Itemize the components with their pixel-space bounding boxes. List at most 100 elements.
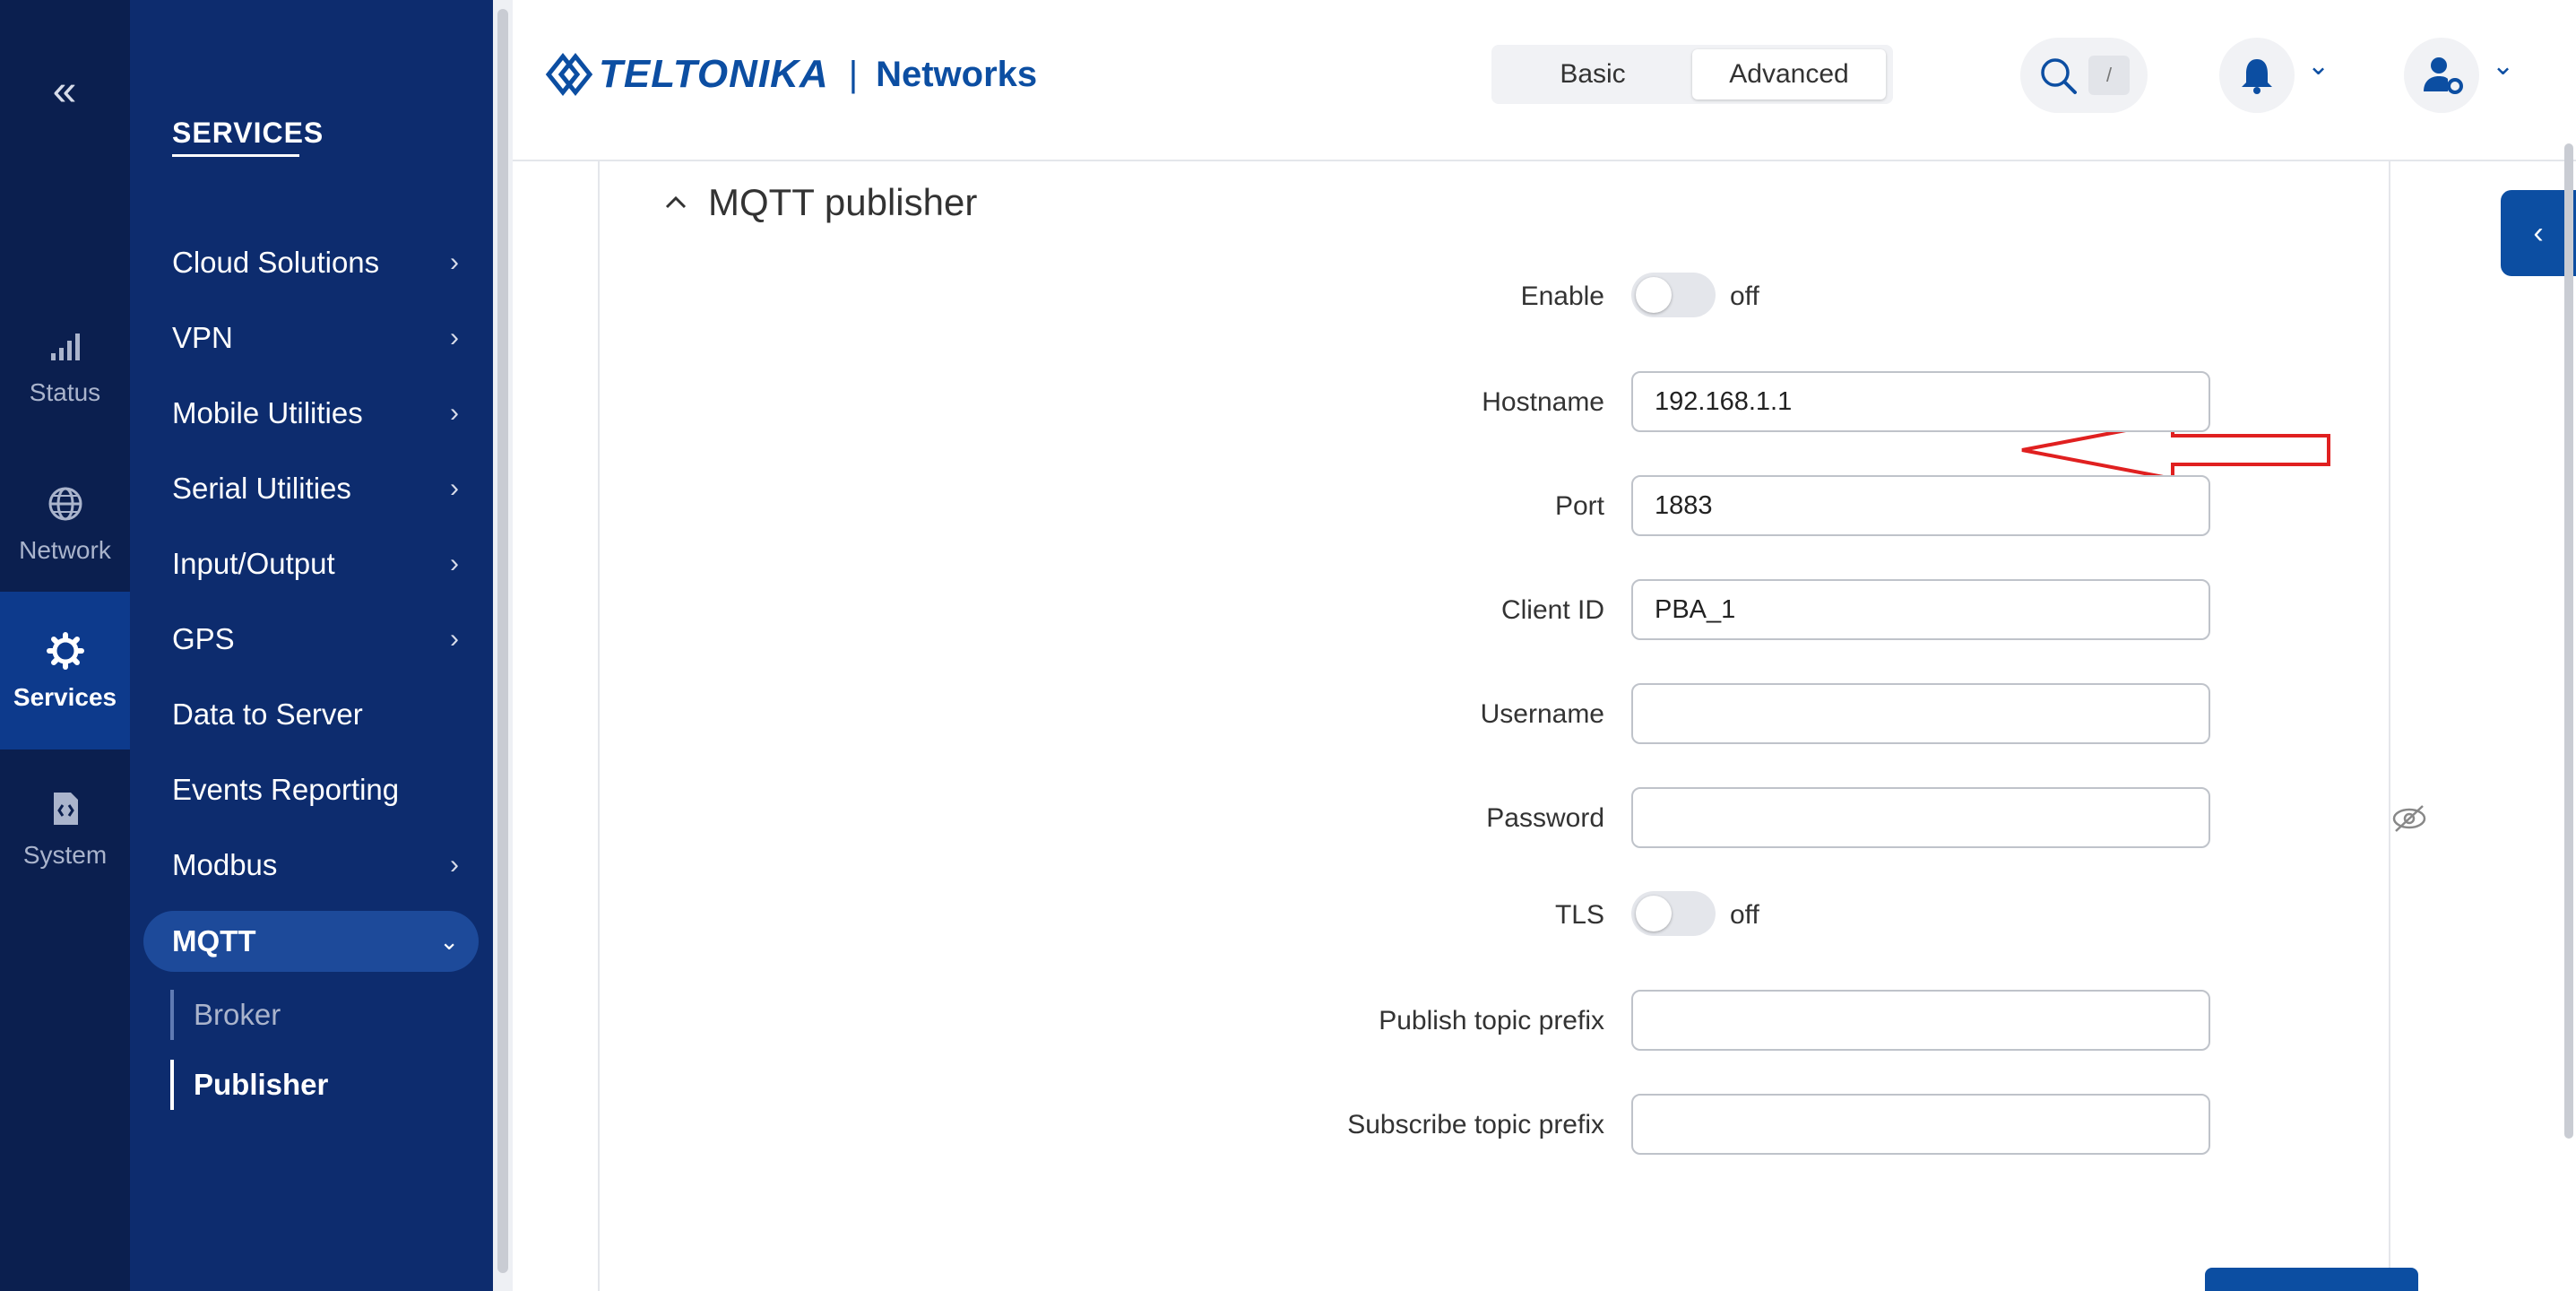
gear-icon <box>46 632 84 670</box>
menu-item-events-reporting[interactable]: Events Reporting <box>172 763 468 817</box>
main-content: MQTT publisher Enable off Hostname 192.1… <box>513 161 2576 1291</box>
teltonika-logo-icon <box>545 52 593 97</box>
client-id-label: Client ID <box>1500 595 1604 625</box>
user-menu-button[interactable] <box>2404 38 2479 113</box>
menu-item-label: GPS <box>172 622 235 655</box>
signal-icon <box>50 334 80 360</box>
content-scrollbar-thumb[interactable] <box>2564 143 2573 1139</box>
chevron-right-icon: › <box>450 473 459 503</box>
menu-item-label: VPN <box>172 321 233 354</box>
menu-item-label: Events Reporting <box>172 773 400 806</box>
chevron-right-icon: › <box>450 247 459 277</box>
port-label: Port <box>1554 491 1604 521</box>
toggle-knob <box>1636 277 1672 313</box>
icon-rail: « Status Network Services System <box>0 0 130 1291</box>
menu-item-vpn[interactable]: VPN › <box>172 311 468 365</box>
chevron-left-icon: ‹ <box>2533 216 2544 250</box>
content-scrollbar[interactable] <box>2562 143 2576 1139</box>
tls-state: off <box>1730 900 1759 930</box>
rail-item-services[interactable]: Services <box>0 592 130 749</box>
form-row-hostname: Hostname 192.168.1.1 <box>513 371 2576 434</box>
brand-subtitle: Networks <box>876 54 1038 94</box>
mode-basic-button[interactable]: Basic <box>1499 49 1687 100</box>
form-row-username: Username <box>513 683 2576 746</box>
tls-label: TLS <box>1554 900 1604 930</box>
menu-item-label: Serial Utilities <box>172 472 351 505</box>
rail-item-status[interactable]: Status <box>0 287 130 445</box>
chevron-up-icon <box>665 195 687 209</box>
menu-item-label: Mobile Utilities <box>172 396 363 429</box>
toggle-knob <box>1636 896 1672 931</box>
brand-name: TELTONIKA <box>599 52 829 96</box>
password-input[interactable] <box>1631 787 2210 848</box>
subscribe-prefix-input[interactable] <box>1631 1094 2210 1155</box>
subscribe-prefix-label: Subscribe topic prefix <box>1347 1110 1604 1139</box>
mode-advanced-button[interactable]: Advanced <box>1692 49 1886 100</box>
eye-slash-icon[interactable] <box>2391 803 2427 834</box>
globe-icon <box>48 487 82 521</box>
menu-item-label: Data to Server <box>172 697 363 731</box>
enable-state: off <box>1730 282 1759 311</box>
enable-label: Enable <box>1520 282 1604 311</box>
hostname-input[interactable]: 192.168.1.1 <box>1631 371 2210 432</box>
menu-item-input-output[interactable]: Input/Output › <box>172 537 468 591</box>
bell-icon <box>2242 59 2272 94</box>
rail-label: Services <box>13 683 117 711</box>
form-row-tls: TLS off <box>513 884 2576 947</box>
menu-item-cloud-solutions[interactable]: Cloud Solutions › <box>172 236 468 290</box>
rail-label: Network <box>19 536 111 564</box>
form-row-subscribe-prefix: Subscribe topic prefix <box>513 1094 2576 1157</box>
form-row-publish-prefix: Publish topic prefix <box>513 990 2576 1053</box>
menu-item-mobile-utilities[interactable]: Mobile Utilities › <box>172 386 468 440</box>
submenu-indicator <box>170 990 174 1040</box>
menu-scrollbar-thumb[interactable] <box>497 9 508 1273</box>
chevron-right-icon: › <box>450 323 459 352</box>
menu-scrollbar[interactable] <box>493 0 513 1291</box>
chevron-right-icon: › <box>450 398 459 428</box>
search-button[interactable]: / <box>2020 38 2148 113</box>
collapse-menu-icon[interactable]: « <box>36 63 93 120</box>
chevron-right-icon: › <box>450 624 459 654</box>
form-row-enable: Enable off <box>513 265 2576 328</box>
menu-title: SERVICES <box>172 117 324 149</box>
rail-item-network[interactable]: Network <box>0 445 130 602</box>
client-id-input[interactable]: PBA_1 <box>1631 579 2210 640</box>
menu-item-gps[interactable]: GPS › <box>172 612 468 666</box>
mode-toggle: Basic Advanced <box>1491 45 1893 104</box>
notifications-button[interactable] <box>2219 38 2295 113</box>
enable-toggle[interactable] <box>1631 273 1716 317</box>
rail-item-system[interactable]: System <box>0 749 130 907</box>
menu-item-label: Modbus <box>172 848 278 881</box>
menu-item-label: MQTT <box>172 924 256 957</box>
brand-logo[interactable]: TELTONIKA | Networks <box>541 43 1037 106</box>
password-label: Password <box>1486 803 1604 833</box>
hostname-label: Hostname <box>1482 387 1604 417</box>
section-header-mqtt-publisher[interactable]: MQTT publisher <box>663 181 977 224</box>
user-settings-icon <box>2424 57 2463 94</box>
section-title: MQTT publisher <box>708 181 978 223</box>
chevron-down-icon: ⌄ <box>439 928 459 955</box>
chevron-right-icon: › <box>450 850 459 879</box>
brand-separator: | <box>848 54 859 94</box>
tls-toggle[interactable] <box>1631 891 1716 936</box>
form-row-client-id: Client ID PBA_1 <box>513 579 2576 642</box>
publish-prefix-label: Publish topic prefix <box>1379 1006 1604 1035</box>
user-menu-chevron-down-icon[interactable]: ⌄ <box>2492 50 2514 82</box>
publish-prefix-input[interactable] <box>1631 990 2210 1051</box>
port-input[interactable]: 1883 <box>1631 475 2210 536</box>
app-root: « Status Network Services System SERVICE… <box>0 0 2576 1291</box>
menu-item-label: Cloud Solutions <box>172 246 380 279</box>
submenu-item-publisher[interactable]: Publisher <box>194 1058 328 1112</box>
menu-item-serial-utilities[interactable]: Serial Utilities › <box>172 462 468 516</box>
notifications-chevron-down-icon[interactable]: ⌄ <box>2307 50 2330 82</box>
search-shortcut-key: / <box>2088 56 2130 95</box>
save-apply-button[interactable] <box>2205 1268 2418 1291</box>
menu-title-underline <box>172 154 299 157</box>
submenu-indicator-active <box>170 1060 174 1110</box>
menu-item-data-to-server[interactable]: Data to Server <box>172 688 468 741</box>
menu-item-modbus[interactable]: Modbus › <box>172 838 468 892</box>
rail-label: Status <box>29 378 101 406</box>
menu-item-mqtt[interactable]: MQTT ⌄ <box>143 911 479 972</box>
username-input[interactable] <box>1631 683 2210 744</box>
submenu-item-broker[interactable]: Broker <box>194 988 281 1042</box>
